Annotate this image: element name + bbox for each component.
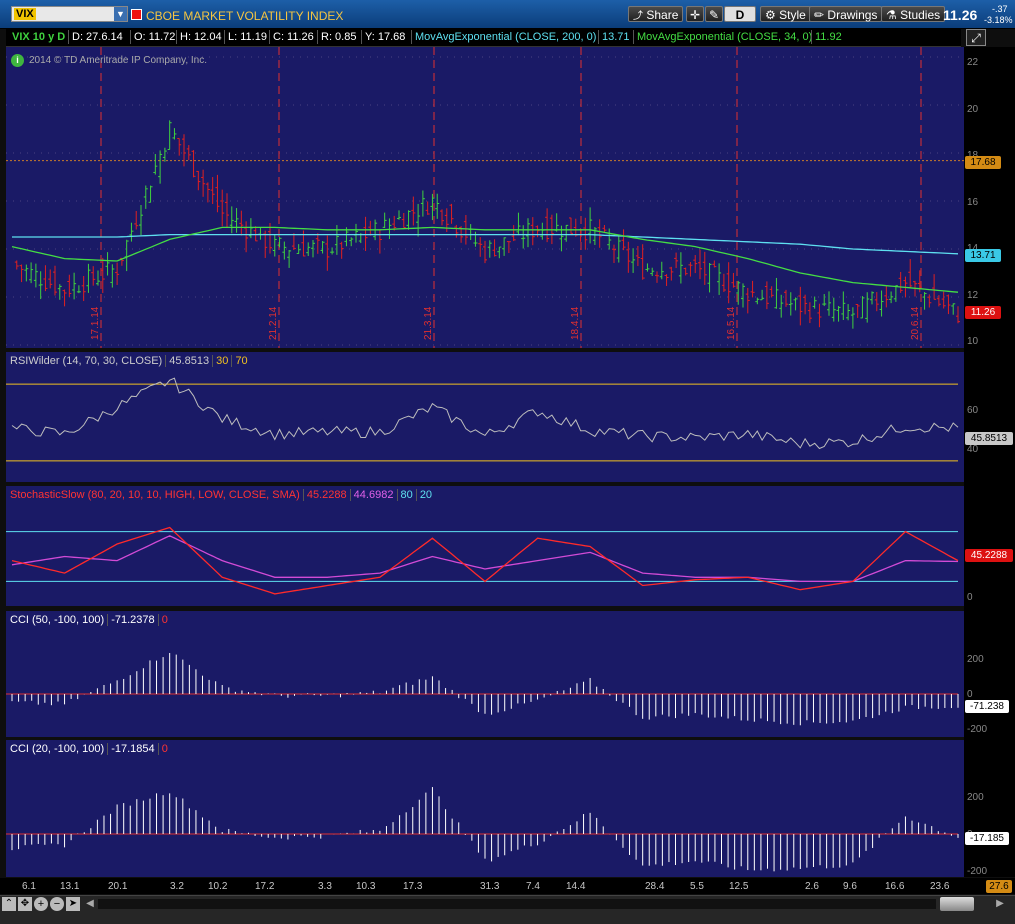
expiration-label: 16.5.14 (726, 306, 737, 340)
rsi-overbought: 70 (231, 355, 248, 367)
price-tick: 16 (967, 197, 979, 208)
scrollbar-track[interactable] (98, 899, 936, 909)
price-candles (14, 120, 960, 329)
rsi-tick: 60 (967, 405, 979, 416)
stoch-k-line (11, 526, 959, 595)
time-axis-label: 6.1 (22, 881, 36, 892)
stoch-header: StochasticSlow (80, 20, 10, 10, HIGH, LO… (10, 489, 433, 502)
chart-canvas[interactable] (0, 0, 1015, 923)
time-axis-label: 23.6 (930, 881, 950, 892)
price-tick: 20 (967, 104, 979, 115)
stochastic-plot (6, 526, 959, 595)
copyright-text: 2014 © TD Ameritrade IP Company, Inc. (29, 55, 208, 66)
year-high-tag: 17.68 (965, 156, 1001, 169)
rsi-plot (6, 377, 959, 462)
expiration-label: 17.1.14 (90, 306, 101, 340)
scroll-left-button[interactable]: ◀ (84, 898, 96, 910)
scroll-right-button[interactable]: ▶ (994, 898, 1006, 910)
stoch-tag: 45.2288 (965, 549, 1013, 562)
time-axis-label: 2.6 (805, 881, 819, 892)
collapse-button[interactable]: ⌃ (2, 897, 16, 911)
rsi-label: RSIWilder (14, 70, 30, CLOSE) (10, 355, 163, 367)
cci50-tick: 0 (967, 689, 973, 700)
cci50-tag: -71.238 (965, 700, 1009, 713)
rsi-value: 45.8513 (165, 355, 210, 367)
info-icon[interactable]: i (11, 54, 24, 67)
time-axis-label: 7.4 (526, 881, 540, 892)
zoom-out-icon: − (53, 898, 61, 910)
price-tick: 10 (967, 336, 979, 347)
cci50-tick: 200 (967, 654, 984, 665)
zoom-out-button[interactable]: − (50, 897, 64, 911)
time-axis-label: 17.3 (403, 881, 423, 892)
cci20-label: CCI (20, -100, 100) (10, 743, 105, 755)
zoom-in-icon: + (37, 898, 45, 910)
cci20-histogram (6, 787, 959, 872)
time-axis-label: 5.5 (690, 881, 704, 892)
expiration-label: 20.6.14 (910, 306, 921, 340)
pan-button[interactable]: ✥ (18, 897, 32, 911)
price-tick: 22 (967, 57, 979, 68)
time-axis-label: 16.6 (885, 881, 905, 892)
time-axis-label: 10.2 (208, 881, 228, 892)
expiration-label: 21.3.14 (423, 306, 434, 340)
scrollbar-thumb[interactable] (940, 897, 974, 911)
cci20-header: CCI (20, -100, 100) -17.1854 0 (10, 743, 168, 756)
time-axis-label: 31.3 (480, 881, 500, 892)
time-axis-label: 12.5 (729, 881, 749, 892)
cci20-tag: -17.185 (965, 832, 1009, 845)
pan-icon: ✥ (20, 898, 30, 909)
chevron-left-icon: ◀ (86, 898, 94, 909)
time-axis-label: 14.4 (566, 881, 586, 892)
stoch-oversold: 20 (415, 489, 433, 501)
time-axis-label: 28.4 (645, 881, 665, 892)
expiration-label: 21.2.14 (268, 306, 279, 340)
stoch-d-line (11, 535, 959, 583)
rsi-oversold: 30 (212, 355, 229, 367)
stoch-k-value: 45.2288 (302, 489, 347, 501)
cci50-tick: -200 (967, 724, 988, 735)
stoch-label: StochasticSlow (80, 20, 10, 10, HIGH, LO… (10, 489, 300, 501)
time-axis-label: 17.2 (255, 881, 275, 892)
expiration-lines (6, 47, 964, 348)
cursor-button[interactable]: ➤ (66, 897, 80, 911)
ema200-tag: 13.71 (965, 249, 1001, 262)
chevron-right-icon: ▶ (996, 898, 1004, 909)
cci50-histogram (6, 653, 959, 726)
cci50-zero: 0 (157, 614, 168, 626)
rsi-tick: 40 (967, 444, 979, 455)
price-tick: 12 (967, 290, 979, 301)
cci20-tick: 200 (967, 792, 984, 803)
rsi-header: RSIWilder (14, 70, 30, CLOSE) 45.8513 30… (10, 355, 248, 368)
cci20-value: -17.1854 (107, 743, 155, 755)
rsi-tag: 45.8513 (965, 432, 1013, 445)
cci50-value: -71.2378 (107, 614, 155, 626)
time-axis-label: 3.3 (318, 881, 332, 892)
rsi-line (11, 377, 959, 450)
time-axis-label: 10.3 (356, 881, 376, 892)
expiration-label: 18.4.14 (570, 306, 581, 340)
last-price-tag: 11.26 (965, 306, 1001, 319)
stoch-overbought: 80 (396, 489, 413, 501)
time-axis-label: 9.6 (843, 881, 857, 892)
time-axis[interactable] (0, 878, 1015, 894)
cci50-header: CCI (50, -100, 100) -71.2378 0 (10, 614, 168, 627)
stoch-d-value: 44.6982 (349, 489, 394, 501)
time-axis-label: 13.1 (60, 881, 80, 892)
time-axis-label: 3.2 (170, 881, 184, 892)
collapse-icon: ⌃ (4, 898, 14, 909)
time-axis-tag: 27.6 (986, 880, 1012, 893)
stoch-tick: 0 (967, 592, 973, 603)
cci20-zero: 0 (157, 743, 168, 755)
pointer-icon: ➤ (68, 898, 78, 909)
cci50-label: CCI (50, -100, 100) (10, 614, 105, 626)
zoom-in-button[interactable]: + (34, 897, 48, 911)
cci20-tick: -200 (967, 866, 988, 877)
time-axis-label: 20.1 (108, 881, 128, 892)
